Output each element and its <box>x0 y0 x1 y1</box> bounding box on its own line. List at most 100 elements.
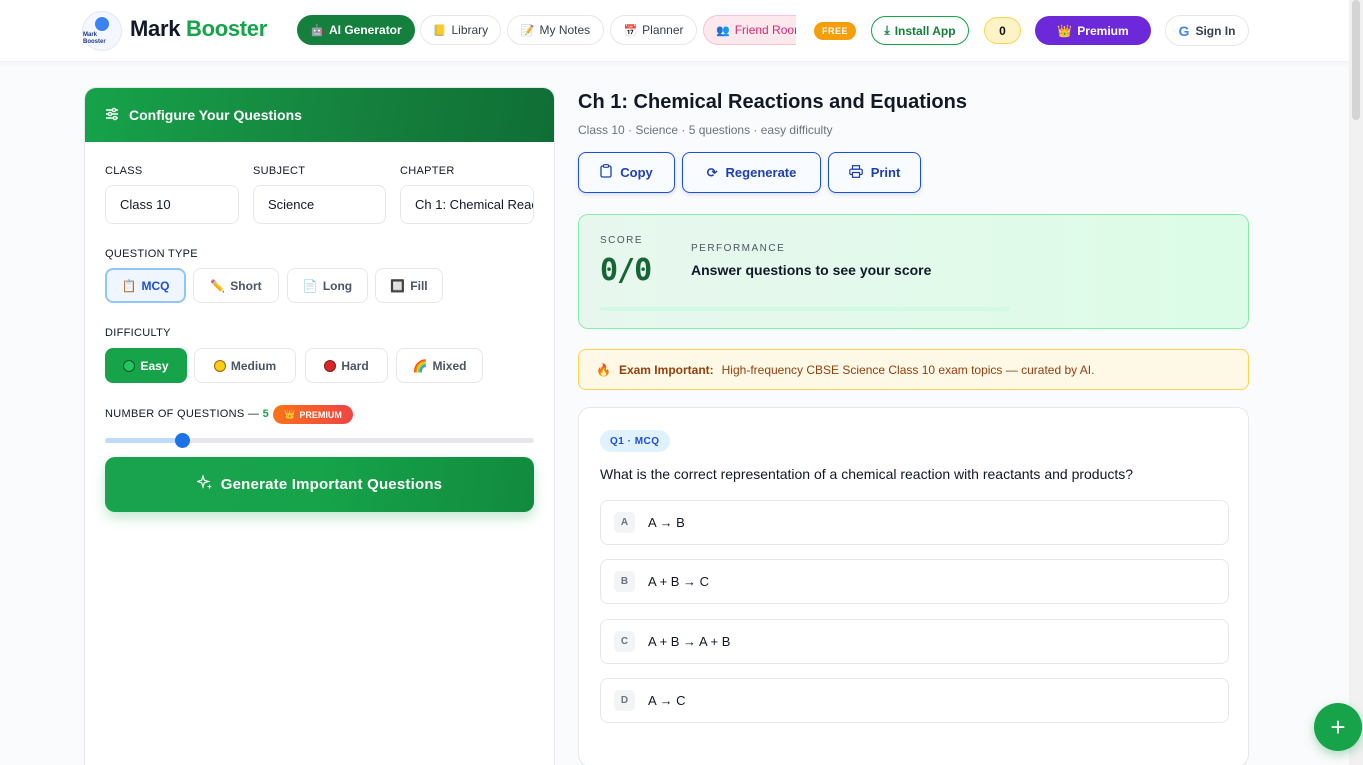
question-count-text: NUMBER OF QUESTIONS — <box>105 408 260 420</box>
subject-select[interactable]: Science <box>253 185 386 224</box>
nav-friend-room[interactable]: 👥 Friend Room <box>703 15 796 45</box>
question-type-mcq[interactable]: 📋 MCQ <box>105 268 186 303</box>
logo-text: Mark Booster <box>83 31 106 45</box>
copy-icon <box>600 164 612 181</box>
slider-thumb[interactable] <box>174 433 190 448</box>
nav-my-notes-label: My Notes <box>539 23 591 37</box>
brand-name[interactable]: Mark Booster <box>130 16 267 42</box>
alert-title: Exam Important: <box>618 362 714 377</box>
question-type-short[interactable]: ✏️ Short <box>193 268 279 303</box>
printer-icon <box>848 164 863 181</box>
answer-option-c[interactable]: C A + B → A + B <box>600 619 1229 664</box>
coin-balance[interactable]: 0 <box>984 17 1021 44</box>
option-letter: C <box>614 631 635 652</box>
regenerate-label: Regenerate <box>725 165 797 180</box>
robot-icon: 🤖 <box>310 24 324 37</box>
brand-name-part1: Mark <box>130 16 181 41</box>
premium-badge: 👑 PREMIUM <box>273 405 353 424</box>
difficulty-easy[interactable]: Easy <box>105 348 187 383</box>
question-type-label: QUESTION TYPE <box>105 248 198 260</box>
yellow-circle-icon <box>213 359 226 372</box>
performance-bar <box>600 307 1010 311</box>
notes-icon: 📝 <box>520 24 535 37</box>
configure-panel-header: Configure Your Questions <box>85 88 554 142</box>
question-type-long-label: Long <box>322 278 353 293</box>
page-scrollbar[interactable] <box>1349 0 1363 765</box>
question-badge: Q1 · MCQ <box>600 430 670 452</box>
option-letter: B <box>614 571 635 592</box>
question-type-short-label: Short <box>230 278 262 293</box>
brand-logo[interactable]: Mark Booster <box>82 11 122 51</box>
sign-in-button[interactable]: G Sign In <box>1165 15 1249 46</box>
regenerate-button[interactable]: ⟳ Regenerate <box>682 152 821 193</box>
generate-questions-button[interactable]: Generate Important Questions <box>105 457 534 512</box>
copy-button[interactable]: Copy <box>578 152 675 193</box>
option-text: A → B <box>648 515 685 530</box>
premium-button[interactable]: 👑 Premium <box>1035 16 1151 45</box>
difficulty-hard-label: Hard <box>341 358 369 373</box>
question-type-long[interactable]: 📄 Long <box>287 268 368 303</box>
question-count-value: 5 <box>262 408 269 420</box>
install-app-label: Install App <box>894 23 956 38</box>
answer-option-d[interactable]: D A → C <box>600 678 1229 723</box>
difficulty-label: DIFFICULTY <box>105 327 171 339</box>
exam-important-alert: 🔥 Exam Important: High-frequency CBSE Sc… <box>578 349 1249 390</box>
class-label: CLASS <box>105 165 143 177</box>
class-select[interactable]: Class 10 <box>105 185 239 224</box>
users-icon: 👥 <box>716 24 730 37</box>
nav-ai-generator[interactable]: 🤖 AI Generator <box>297 15 415 45</box>
scrollbar-thumb[interactable] <box>1352 0 1360 120</box>
generate-questions-label: Generate Important Questions <box>220 476 443 493</box>
red-circle-icon <box>324 359 337 372</box>
option-text: A → C <box>648 693 686 708</box>
question-type-mcq-label: MCQ <box>141 278 170 293</box>
question-count-slider[interactable] <box>105 438 534 443</box>
nav-planner-label: Planner <box>642 23 684 37</box>
score-card: SCORE 0/0 PERFORMANCE Answer questions t… <box>578 214 1249 329</box>
alert-text: High-frequency CBSE Science Class 10 exa… <box>721 362 1095 377</box>
sparkles-icon <box>195 473 213 495</box>
difficulty-hard[interactable]: Hard <box>305 348 388 383</box>
nav-library[interactable]: 📒 Library <box>420 15 501 45</box>
document-icon: 📄 <box>302 278 318 293</box>
crown-icon: 👑 <box>284 409 296 419</box>
install-app-button[interactable]: ⤓ Install App <box>871 16 969 45</box>
question-card: Q1 · MCQ What is the correct representat… <box>578 407 1249 765</box>
configure-panel-title: Configure Your Questions <box>129 107 302 123</box>
difficulty-mixed-label: Mixed <box>432 358 467 373</box>
refresh-icon: ⟳ <box>706 164 718 180</box>
option-letter: A <box>614 512 635 533</box>
add-floating-button[interactable]: + <box>1314 703 1362 751</box>
chapter-select[interactable]: Ch 1: Chemical Reactions and Equations <box>400 185 534 224</box>
difficulty-easy-label: Easy <box>140 358 169 373</box>
download-icon: ⤓ <box>884 23 890 37</box>
sliders-icon <box>105 107 119 124</box>
difficulty-medium-label: Medium <box>230 358 277 373</box>
score-label: SCORE <box>600 235 644 246</box>
free-plan-badge: FREE <box>814 22 856 40</box>
nav-planner[interactable]: 📅 Planner <box>610 15 697 45</box>
question-type-fill[interactable]: 🔲 Fill <box>375 268 443 303</box>
performance-label: PERFORMANCE <box>691 243 786 254</box>
sign-in-label: Sign In <box>1195 23 1236 38</box>
performance-text: Answer questions to see your score <box>691 262 932 278</box>
nav-my-notes[interactable]: 📝 My Notes <box>507 15 604 45</box>
square-icon: 🔲 <box>390 278 406 293</box>
crown-icon: 👑 <box>1057 23 1073 38</box>
difficulty-medium[interactable]: Medium <box>194 348 296 383</box>
answer-option-b[interactable]: B A + B → C <box>600 559 1229 604</box>
print-label: Print <box>870 165 901 180</box>
google-icon: G <box>1178 22 1190 39</box>
page-subtitle: Class 10 · Science · 5 questions · easy … <box>578 123 833 137</box>
difficulty-mixed[interactable]: 🌈 Mixed <box>396 348 483 383</box>
option-letter: D <box>614 690 635 711</box>
answer-option-a[interactable]: A A → B <box>600 500 1229 545</box>
pencil-icon: ✏️ <box>210 278 226 293</box>
fire-icon: 🔥 <box>596 362 611 377</box>
print-button[interactable]: Print <box>828 152 921 193</box>
option-text: A + B → C <box>648 574 710 589</box>
subject-label: SUBJECT <box>253 165 306 177</box>
nav-ai-generator-label: AI Generator <box>329 23 402 37</box>
question-type-fill-label: Fill <box>410 278 428 293</box>
rainbow-icon: 🌈 <box>412 358 428 373</box>
